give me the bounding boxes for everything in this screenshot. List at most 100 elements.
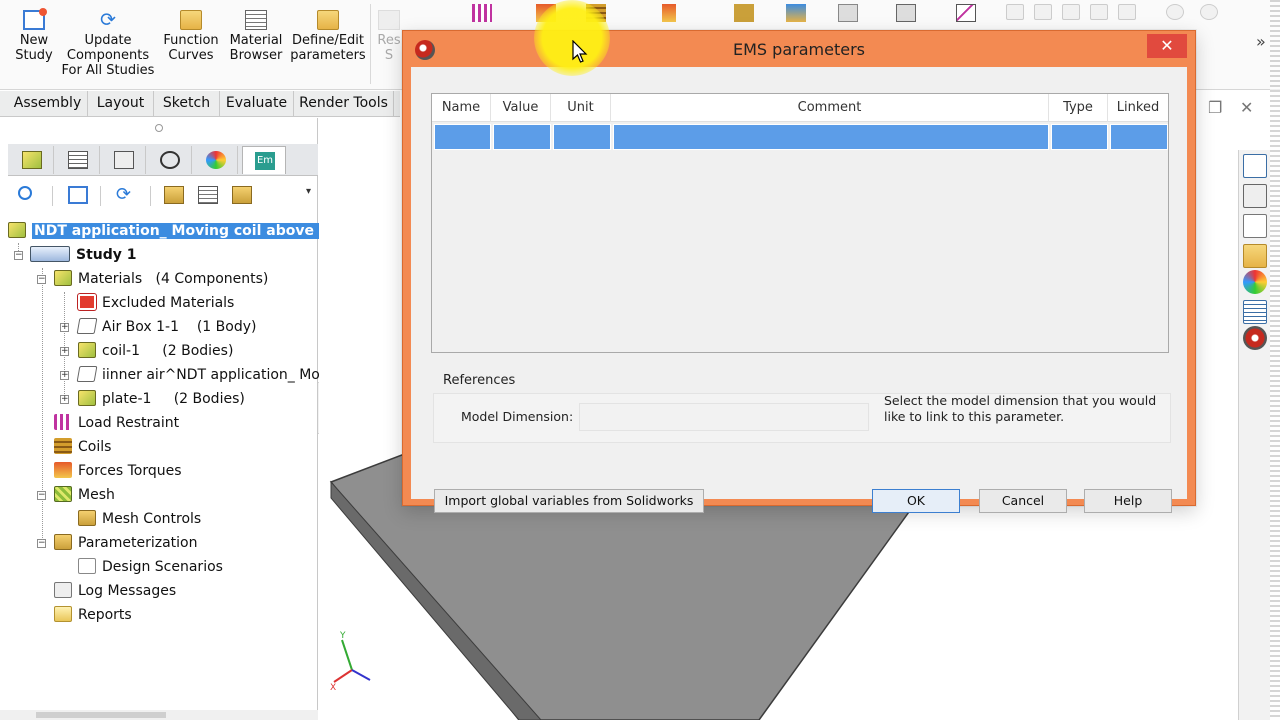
tab-evaluate[interactable]: Evaluate [220,91,294,117]
cell-value[interactable] [493,124,551,150]
tree-root-node[interactable]: NDT application_ Moving coil above cond [8,219,363,243]
design-library-icon[interactable] [1243,184,1267,208]
tree-log-messages[interactable]: Log Messages [54,579,176,603]
appearances-icon[interactable] [1243,270,1267,294]
function-curves-button[interactable]: Function Curves [160,6,222,63]
close-document-icon[interactable]: ✕ [1240,98,1253,117]
restore-icon[interactable]: ❐ [1208,98,1222,117]
collapse-icon[interactable]: − [37,491,46,500]
ribbon-overflow-icon[interactable]: » [1256,32,1266,51]
tab-feature-manager[interactable] [10,146,54,174]
tab-dimxpert[interactable] [148,146,192,174]
home-icon[interactable] [1243,154,1267,178]
scrollbar-thumb[interactable] [36,712,166,718]
expand-icon[interactable]: + [60,323,69,332]
tab-render-tools[interactable]: Render Tools [294,91,394,117]
faded-tool-icon [1118,4,1136,20]
coil-icon [54,438,72,454]
column-header-value[interactable]: Value [491,94,551,122]
tree-load-restraint[interactable]: Load Restraint [54,411,179,435]
parameters-grid[interactable]: Name Value Unit Comment Type Linked [431,93,1169,353]
tree-mesh-controls[interactable]: Mesh Controls [78,507,201,531]
tab-assembly[interactable]: Assembly [8,91,88,117]
tree-coil-node[interactable]: coil-1 (2 Bodies) [78,339,233,363]
ems-logo-icon[interactable] [1243,326,1267,350]
search-icon[interactable] [18,186,32,200]
expand-icon[interactable]: + [60,395,69,404]
cell-unit[interactable] [553,124,611,150]
tab-layout[interactable]: Layout [88,91,154,117]
tree-forces-torques[interactable]: Forces Torques [54,459,182,483]
cell-name[interactable] [434,124,491,150]
tree-reports[interactable]: Reports [54,603,132,627]
column-header-type[interactable]: Type [1049,94,1108,122]
panel-horizontal-scrollbar[interactable] [0,710,318,720]
dialog-titlebar[interactable]: EMS parameters ✕ [403,31,1195,67]
tree-coils[interactable]: Coils [54,435,111,459]
study-icon [30,246,70,262]
column-header-unit[interactable]: Unit [551,94,611,122]
expand-icon[interactable]: + [60,347,69,356]
material-browser-button[interactable]: Material Browser [226,6,286,63]
tree-design-scenarios[interactable]: Design Scenarios [78,555,223,579]
appearance-icon [206,151,226,169]
tree-excluded-materials[interactable]: Excluded Materials [78,291,234,315]
column-header-name[interactable]: Name [432,94,491,122]
tab-sketch[interactable]: Sketch [154,91,220,117]
mesh-icon[interactable] [734,4,754,22]
cancel-button[interactable]: Cancel [979,489,1067,513]
toolbar-separator [52,186,53,206]
fringe-icon[interactable] [786,4,806,22]
model-dimension-field[interactable] [579,403,869,431]
command-tabs: Assembly Layout Sketch Evaluate Render T… [0,91,400,117]
refresh-icon[interactable]: ⟳ [116,186,136,204]
model-dimension-label: Model Dimension: [461,409,574,424]
function-curves-icon [180,10,202,30]
tab-property-manager[interactable] [56,146,100,174]
results-button[interactable]: Res S [374,6,404,63]
column-header-comment[interactable]: Comment [611,94,1049,122]
panel-grip-icon[interactable] [155,124,163,132]
material-browser-icon[interactable] [198,186,218,204]
tree-plate-node[interactable]: plate-1 (2 Bodies) [78,387,245,411]
define-edit-parameters-button[interactable]: Define/Edit parameters [290,6,366,63]
help-button[interactable]: Help [1084,489,1172,513]
tree-materials-node[interactable]: Materials (4 Components) [54,267,268,291]
cell-type[interactable] [1051,124,1108,150]
tab-ems[interactable]: Em [242,146,286,174]
ok-button[interactable]: OK [872,489,960,513]
tree-study-node[interactable]: Study 1 [30,243,137,267]
new-study-icon[interactable] [68,186,88,204]
load-restraint-icon[interactable] [472,4,492,22]
tree-airbox-node[interactable]: Air Box 1-1 (1 Body) [76,315,256,339]
dialog-title: EMS parameters [733,40,865,59]
view-palette-icon[interactable] [1243,244,1267,268]
dialog-close-button[interactable]: ✕ [1147,34,1187,58]
cell-comment[interactable] [613,124,1049,150]
column-header-linked[interactable]: Linked [1108,94,1168,122]
vector-icon[interactable] [838,4,858,22]
cursor-highlight [534,0,610,76]
tree-inner-air-node[interactable]: iinner air^NDT application_ Movi [76,363,332,387]
custom-properties-icon[interactable] [1243,300,1267,324]
expand-icon[interactable]: + [60,371,69,380]
collapse-icon[interactable]: − [37,539,46,548]
collapse-icon[interactable]: − [14,251,23,260]
tree-parameterization-node[interactable]: Parameterization [54,531,197,555]
tab-configuration-manager[interactable] [102,146,146,174]
file-explorer-icon[interactable] [1243,214,1267,238]
tree-mesh-node[interactable]: Mesh [54,483,115,507]
table-row[interactable] [432,124,1168,152]
import-global-variables-button[interactable]: Import global variables from Solidworks [434,489,704,513]
tab-appearances[interactable] [194,146,238,174]
force-icon[interactable] [662,4,676,22]
function-curves-icon[interactable] [164,186,184,204]
2d-plot-icon[interactable] [956,4,976,22]
update-components-button[interactable]: ⟳ Update Components For All Studies [60,6,156,78]
mesh-icon [54,486,72,502]
new-study-button[interactable]: New Study [10,6,58,63]
collapse-icon[interactable]: − [37,275,46,284]
parameters-icon[interactable] [232,186,252,204]
cell-linked[interactable] [1110,124,1168,150]
line-plot-icon[interactable] [896,4,916,22]
